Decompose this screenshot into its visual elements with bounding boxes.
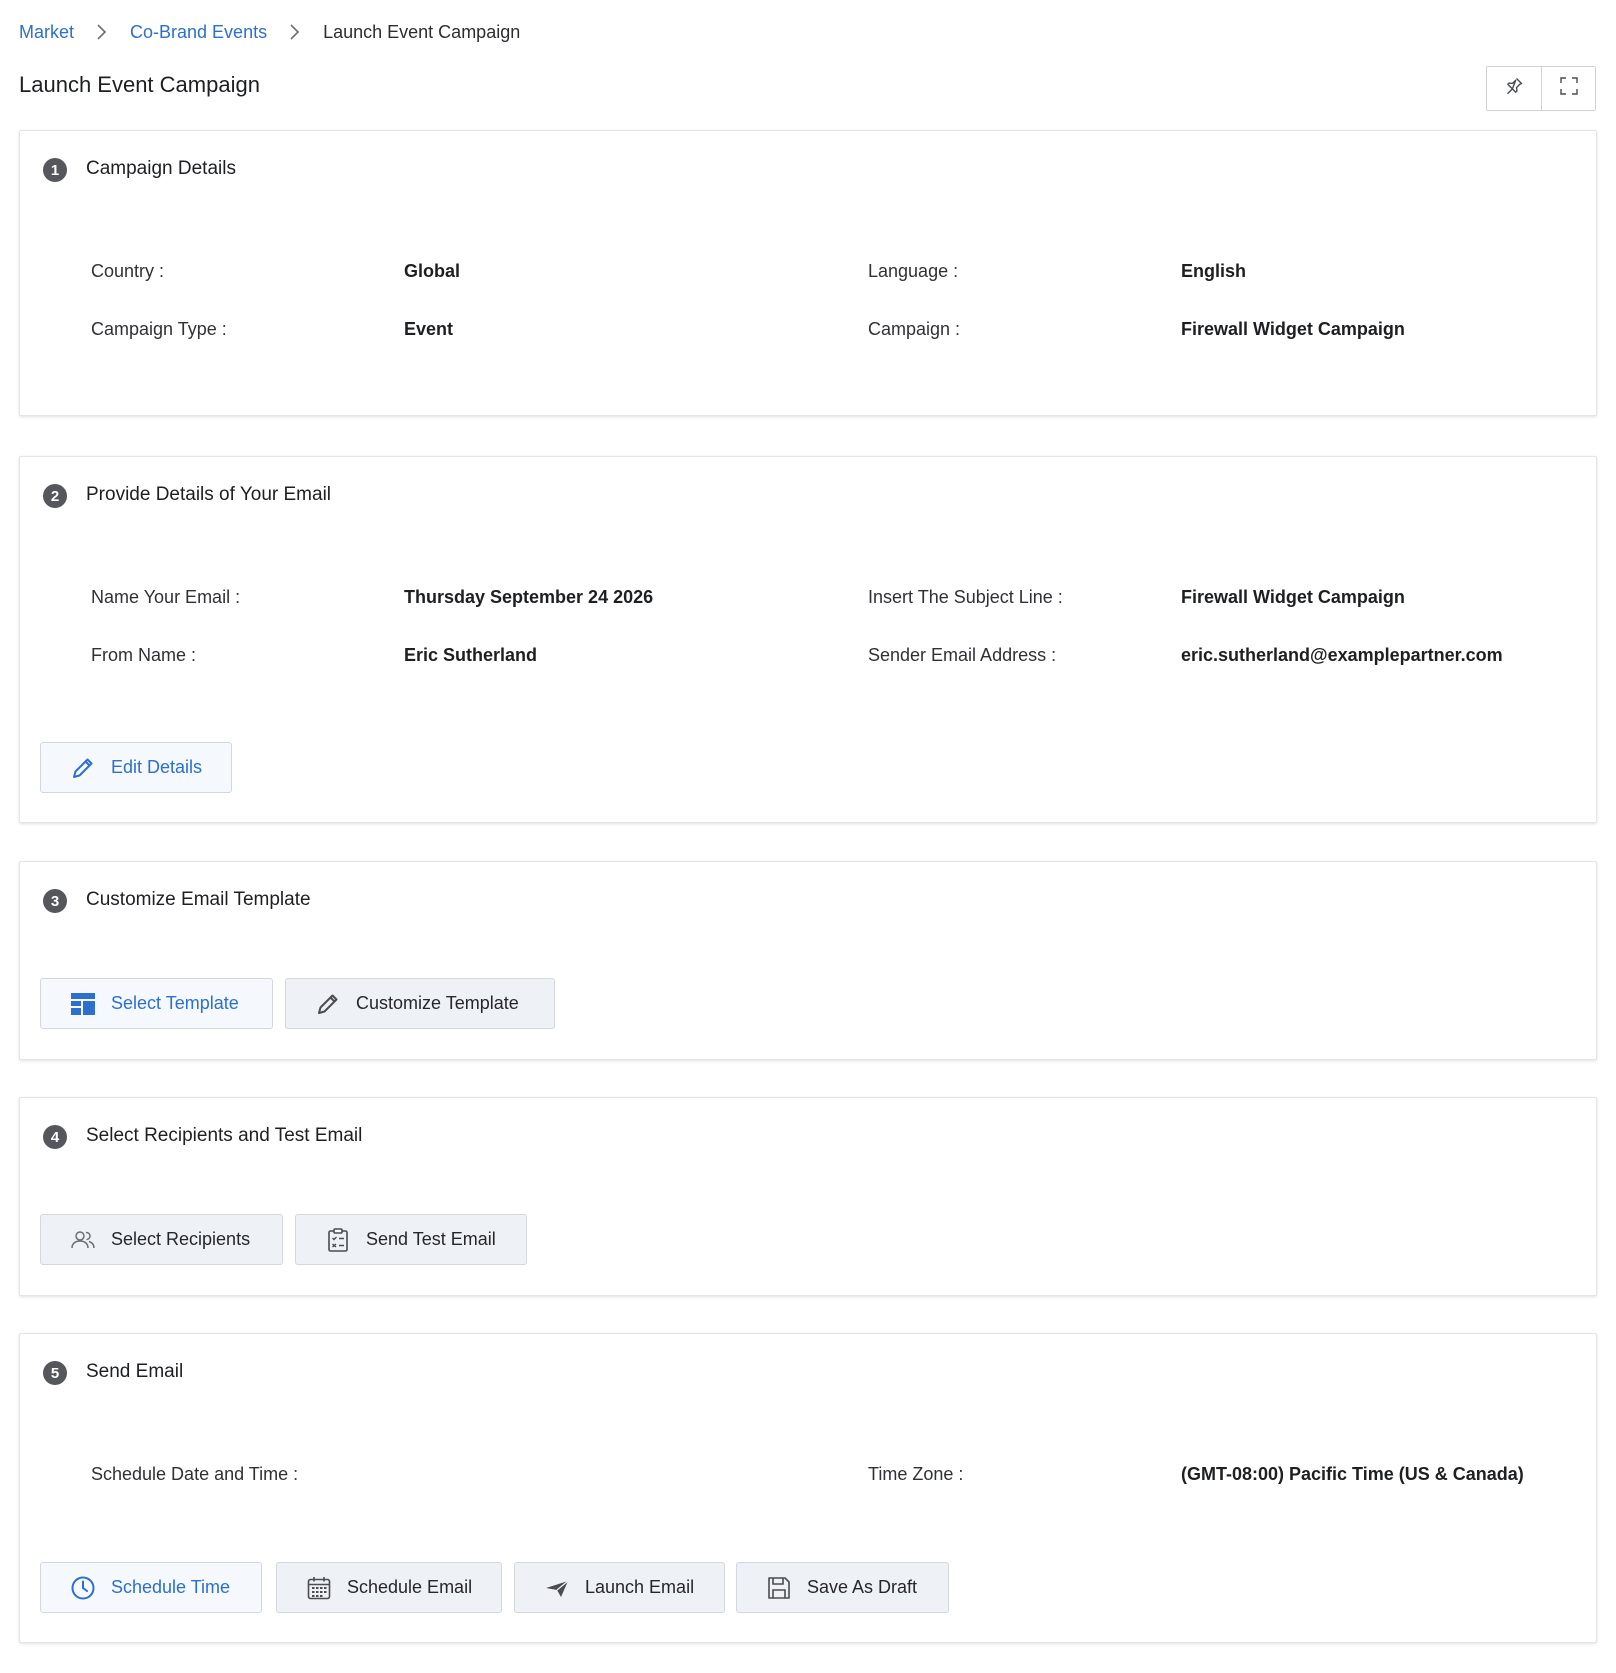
send-test-email-button[interactable]: Send Test Email [295, 1214, 527, 1265]
email-name-label: Name Your Email : [91, 587, 241, 607]
send-test-email-label: Send Test Email [366, 1229, 496, 1249]
test-checklist-icon [325, 1227, 351, 1253]
select-template-button[interactable]: Select Template [40, 978, 273, 1029]
step-number-badge: 5 [43, 1361, 67, 1385]
card-header: 3 Customize Email Template [43, 887, 311, 913]
paper-plane-icon [544, 1575, 570, 1601]
card-header: 2 Provide Details of Your Email [43, 482, 331, 508]
clock-icon [70, 1575, 96, 1601]
schedule-date-time-label: Schedule Date and Time : [91, 1464, 299, 1484]
campaign-details-card: 1 Campaign Details Country : Global Lang… [19, 130, 1597, 416]
card-title: Campaign Details [86, 158, 236, 179]
edit-details-label: Edit Details [111, 757, 203, 777]
fullscreen-button[interactable] [1541, 67, 1595, 110]
step-number-badge: 2 [43, 484, 67, 508]
recipients-card: 4 Select Recipients and Test Email Selec… [19, 1097, 1597, 1296]
select-recipients-label: Select Recipients [111, 1229, 251, 1249]
subject-line-value: Firewall Widget Campaign [1181, 587, 1405, 607]
chevron-right-icon [92, 23, 112, 41]
campaign-label: Campaign : [868, 319, 961, 339]
step-number-badge: 3 [43, 889, 67, 913]
campaign-type-value: Event [404, 319, 454, 339]
pin-icon [1504, 76, 1524, 101]
card-header: 4 Select Recipients and Test Email [43, 1123, 362, 1149]
send-email-card: 5 Send Email Schedule Date and Time : Ti… [19, 1333, 1597, 1643]
email-name-value: Thursday September 24 2026 [404, 587, 654, 607]
breadcrumb-current: Launch Event Campaign [323, 21, 521, 42]
launch-event-campaign-page: Market Co-Brand Events Launch Event Camp… [0, 0, 1616, 1673]
time-zone-label: Time Zone : [868, 1464, 964, 1484]
breadcrumb: Market Co-Brand Events Launch Event Camp… [19, 18, 520, 46]
save-disk-icon [766, 1575, 792, 1601]
select-template-label: Select Template [111, 993, 239, 1013]
from-name-value: Eric Sutherland [404, 645, 538, 665]
sender-email-value: eric.sutherland@examplepartner.com [1181, 645, 1503, 665]
breadcrumb-co-brand-events-link[interactable]: Co-Brand Events [130, 22, 267, 43]
calendar-icon [306, 1575, 332, 1601]
card-title: Provide Details of Your Email [86, 484, 332, 505]
launch-email-label: Launch Email [585, 1577, 695, 1597]
customize-template-button[interactable]: Customize Template [285, 978, 555, 1029]
campaign-type-label: Campaign Type : [91, 319, 227, 339]
schedule-email-button[interactable]: Schedule Email [276, 1562, 502, 1613]
pencil-icon [315, 991, 341, 1017]
chevron-right-icon [285, 23, 305, 41]
subject-line-label: Insert The Subject Line : [868, 587, 1063, 607]
country-value: Global [404, 261, 461, 281]
schedule-email-label: Schedule Email [347, 1577, 473, 1597]
select-recipients-button[interactable]: Select Recipients [40, 1214, 283, 1265]
card-title: Select Recipients and Test Email [86, 1125, 363, 1146]
sender-email-label: Sender Email Address : [868, 645, 1057, 665]
save-as-draft-label: Save As Draft [807, 1577, 918, 1597]
save-as-draft-button[interactable]: Save As Draft [736, 1562, 949, 1613]
from-name-label: From Name : [91, 645, 197, 665]
country-label: Country : [91, 261, 165, 281]
language-label: Language : [868, 261, 959, 281]
edit-details-button[interactable]: Edit Details [40, 742, 232, 793]
campaign-value: Firewall Widget Campaign [1181, 319, 1405, 339]
email-template-card: 3 Customize Email Template Select Templa… [19, 861, 1597, 1060]
launch-email-button[interactable]: Launch Email [514, 1562, 725, 1613]
card-header: 1 Campaign Details [43, 156, 236, 182]
pencil-icon [70, 755, 96, 781]
page-title: Launch Event Campaign [19, 72, 260, 97]
users-icon [70, 1227, 96, 1253]
card-title: Customize Email Template [86, 889, 311, 910]
breadcrumb-market-link[interactable]: Market [19, 22, 74, 43]
card-title: Send Email [86, 1361, 184, 1382]
step-number-badge: 1 [43, 158, 67, 182]
schedule-time-button[interactable]: Schedule Time [40, 1562, 262, 1613]
fullscreen-icon [1559, 76, 1579, 101]
schedule-time-label: Schedule Time [111, 1577, 231, 1597]
customize-template-label: Customize Template [356, 993, 519, 1013]
page-tools [1486, 66, 1596, 111]
time-zone-value: (GMT-08:00) Pacific Time (US & Canada) [1181, 1464, 1524, 1484]
language-value: English [1181, 261, 1247, 281]
template-layout-icon [70, 991, 96, 1017]
card-header: 5 Send Email [43, 1359, 183, 1385]
pin-button[interactable] [1487, 67, 1541, 110]
step-number-badge: 4 [43, 1125, 67, 1149]
email-details-card: 2 Provide Details of Your Email Name You… [19, 456, 1597, 823]
